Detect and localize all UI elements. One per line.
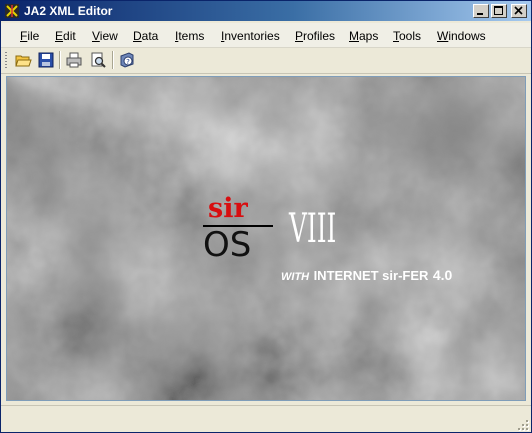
toolbar: ? — [1, 48, 531, 74]
window-title: JA2 XML Editor — [24, 4, 113, 18]
tagline-with: WITH — [281, 271, 310, 283]
menu-file-rest: ile — [27, 29, 40, 43]
cloud-background — [7, 77, 525, 400]
logo-version: VIII — [289, 206, 337, 252]
close-icon — [514, 6, 523, 15]
save-button[interactable] — [37, 51, 55, 69]
open-folder-icon — [15, 55, 32, 67]
internet-tagline: WITH INTERNET sir-FER 4.0 — [281, 267, 452, 285]
toolbar-separator — [112, 51, 114, 69]
menu-data-rest: ata — [141, 29, 159, 43]
print-button[interactable] — [65, 51, 83, 69]
tagline-internet: INTERNET sir-FER — [313, 268, 429, 283]
menu-view-rest: iew — [99, 29, 118, 43]
toolbar-separator — [59, 51, 61, 69]
print-preview-button[interactable] — [89, 51, 107, 69]
menu-inventories-rest: nventories — [224, 29, 280, 43]
menu-file[interactable]: File — [20, 29, 39, 43]
menu-maps[interactable]: Maps — [349, 29, 378, 43]
menu-items-rest: tems — [178, 29, 205, 43]
title-bar[interactable]: JA2 XML Editor — [1, 1, 531, 21]
menu-profiles[interactable]: Profiles — [295, 29, 335, 43]
menu-data[interactable]: Data — [133, 29, 158, 43]
menu-windows[interactable]: Windows — [437, 29, 486, 43]
splash-area: sir OS VIII WITH INTERNET sir-FER 4.0 — [6, 76, 526, 401]
menu-edit[interactable]: Edit — [55, 29, 76, 43]
app-window: JA2 XML Editor File Edit View Data Items… — [0, 0, 532, 433]
menu-tools[interactable]: Tools — [393, 29, 421, 43]
toolbar-grip[interactable] — [5, 52, 7, 69]
logo-sir: sir — [208, 193, 248, 224]
menu-view[interactable]: View — [92, 29, 118, 43]
print-preview-icon — [91, 52, 106, 68]
resize-grip-icon[interactable] — [517, 419, 529, 431]
svg-text:?: ? — [126, 58, 130, 66]
menu-edit-rest: dit — [63, 29, 76, 43]
print-icon — [66, 52, 82, 68]
logo-os: OS — [203, 225, 252, 265]
maximize-button[interactable] — [491, 4, 507, 18]
menu-windows-rest: indows — [448, 29, 486, 43]
help-button[interactable]: ? — [118, 51, 136, 69]
help-icon: ? — [120, 52, 134, 68]
save-icon — [38, 52, 54, 68]
maximize-icon — [494, 6, 503, 15]
menu-tools-rest: ools — [399, 29, 422, 43]
minimize-icon — [477, 13, 483, 15]
menu-maps-rest: aps — [359, 29, 379, 43]
menu-inventories[interactable]: Inventories — [221, 29, 280, 43]
tagline-version: 4.0 — [432, 267, 453, 283]
menu-items[interactable]: Items — [175, 29, 204, 43]
open-button[interactable] — [14, 51, 32, 69]
minimize-button[interactable] — [473, 4, 489, 18]
app-icon — [5, 4, 19, 18]
status-bar — [1, 405, 531, 432]
menu-bar: File Edit View Data Items Inventories Pr… — [1, 23, 531, 48]
menu-profiles-rest: rofiles — [303, 29, 336, 43]
close-button[interactable] — [511, 4, 527, 18]
